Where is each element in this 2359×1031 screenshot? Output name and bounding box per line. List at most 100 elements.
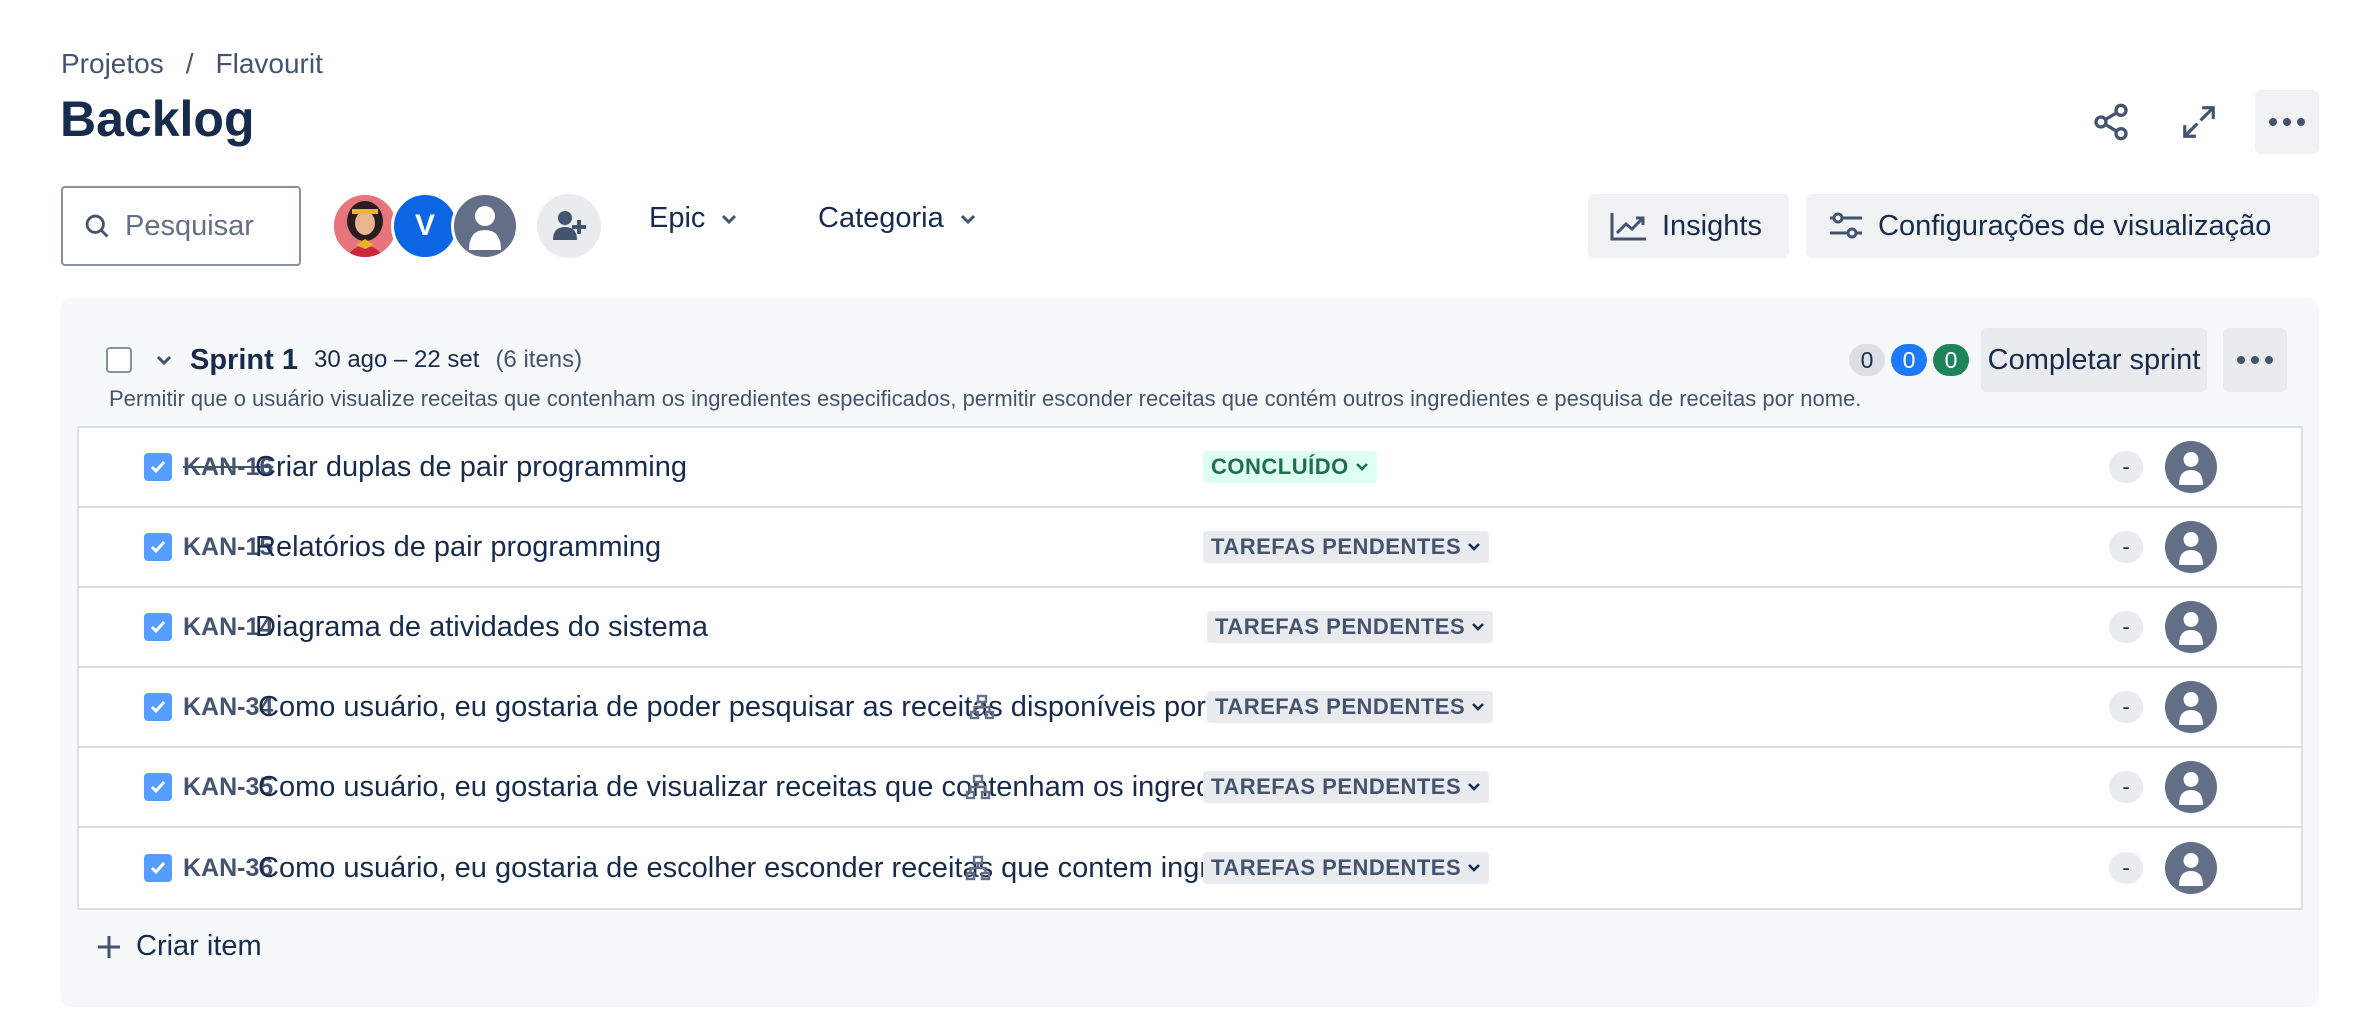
breadcrumb-separator: / [185, 48, 194, 79]
issue-summary[interactable]: Como usuário, eu gostaria de escolher es… [258, 852, 1338, 885]
sprint-goal: Permitir que o usuário visualize receita… [109, 386, 1862, 411]
issue-row[interactable]: KAN-36 Como usuário, eu gostaria de escol… [79, 828, 2301, 908]
search-box[interactable] [61, 186, 301, 266]
story-points-badge[interactable]: - [2109, 531, 2143, 563]
status-dropdown[interactable]: TAREFAS PENDENTES [1203, 771, 1490, 803]
sprint-name[interactable]: Sprint 1 [190, 344, 298, 377]
assignee-avatar[interactable] [2165, 441, 2217, 493]
person-icon [469, 206, 501, 250]
assignee-avatar[interactable] [2165, 681, 2217, 733]
more-actions-button[interactable] [2255, 90, 2319, 154]
create-issue-label: Criar item [136, 930, 262, 962]
status-label: TAREFAS PENDENTES [1211, 774, 1462, 799]
status-dropdown[interactable]: TAREFAS PENDENTES [1207, 691, 1494, 723]
sprint-dates: 30 ago – 22 set [313, 346, 480, 373]
status-dropdown[interactable]: TAREFAS PENDENTES [1203, 531, 1490, 563]
view-settings-button[interactable]: Configurações de visualização [1806, 194, 2319, 258]
avatar-user-1[interactable] [331, 192, 399, 260]
category-filter-label: Categoria [818, 202, 944, 234]
checkmark-icon [150, 621, 166, 634]
checkmark-icon [150, 862, 166, 875]
status-dropdown[interactable]: CONCLUÍDO [1203, 451, 1377, 483]
issue-summary[interactable]: Como usuário, eu gostaria de poder pesqu… [258, 691, 1295, 724]
trend-chart-icon [1610, 213, 1646, 241]
add-people-button[interactable] [537, 194, 601, 258]
issue-type-task-icon [144, 533, 172, 561]
avatar-group: V [331, 192, 519, 260]
story-points-badge[interactable]: - [2109, 611, 2143, 643]
assignee-avatar[interactable] [2165, 601, 2217, 653]
issue-row[interactable]: KAN-16 Criar duplas de pair programming CO… [79, 428, 2301, 508]
issue-type-task-icon [144, 773, 172, 801]
sprint-more-button[interactable] [2223, 328, 2287, 392]
issue-row[interactable]: KAN-15 Relatórios de pair programming TARE… [79, 508, 2301, 588]
fullscreen-button[interactable] [2167, 90, 2231, 154]
issue-summary[interactable]: Relatórios de pair programming [255, 531, 661, 564]
person-icon [2179, 452, 2203, 485]
share-button[interactable] [2079, 90, 2143, 154]
checkmark-icon [150, 781, 166, 794]
chevron-down-icon [1468, 864, 1481, 872]
collapse-chevron-icon[interactable] [154, 353, 174, 367]
checkmark-icon [150, 461, 166, 474]
page-title: Backlog [60, 91, 255, 147]
child-issues-icon[interactable] [965, 774, 991, 800]
status-dropdown[interactable]: TAREFAS PENDENTES [1207, 611, 1494, 643]
chevron-down-icon [1472, 703, 1485, 711]
issue-summary[interactable]: Criar duplas de pair programming [255, 451, 687, 484]
breadcrumb-project-link[interactable]: Flavourit [216, 48, 323, 80]
assignee-avatar[interactable] [2165, 842, 2217, 894]
child-issues-icon[interactable] [965, 855, 991, 881]
story-points-badge[interactable]: - [2109, 771, 2143, 803]
sprint-container: Sprint 1 30 ago – 22 set (6 itens) 0 0 0… [60, 298, 2319, 1007]
search-input[interactable] [125, 209, 275, 243]
insights-button[interactable]: Insights [1588, 194, 1789, 258]
breadcrumb: Projetos / Flavourit [61, 48, 323, 80]
child-issues-icon[interactable] [969, 694, 995, 720]
backlog-toolbar: V Epic Categoria Insights [61, 186, 2319, 266]
checkmark-icon [150, 541, 166, 554]
epic-filter-dropdown[interactable]: Epic [649, 202, 739, 235]
sliders-icon [1830, 212, 1862, 239]
complete-sprint-button[interactable]: Completar sprint [1981, 328, 2207, 392]
chevron-down-icon [960, 214, 975, 224]
issue-row[interactable]: KAN-35 Como usuário, eu gostaria de visua… [79, 748, 2301, 828]
create-issue-button[interactable]: Criar item [96, 930, 262, 963]
person-icon [2179, 532, 2203, 565]
sprint-status-counts: 0 0 0 [1849, 344, 1969, 376]
status-label: TAREFAS PENDENTES [1211, 534, 1462, 559]
chevron-down-icon [1468, 543, 1481, 551]
category-filter-dropdown[interactable]: Categoria [818, 202, 978, 235]
insights-label: Insights [1662, 209, 1762, 242]
breadcrumb-projects-link[interactable]: Projetos [61, 48, 164, 80]
assignee-avatar[interactable] [2165, 761, 2217, 813]
issue-summary[interactable]: Diagrama de atividades do sistema [255, 611, 708, 644]
issue-list: KAN-16 Criar duplas de pair programming CO… [77, 426, 2303, 910]
issue-row[interactable]: KAN-34 Como usuário, eu gostaria de poder… [79, 668, 2301, 748]
done-count-badge: 0 [1933, 344, 1969, 376]
status-label: TAREFAS PENDENTES [1215, 694, 1466, 719]
avatar-initial: V [414, 209, 435, 242]
issue-type-task-icon [144, 693, 172, 721]
status-label: TAREFAS PENDENTES [1211, 855, 1462, 880]
sprint-item-count: (6 itens) [495, 346, 583, 373]
story-points-badge[interactable]: - [2109, 451, 2143, 483]
person-icon [2179, 853, 2203, 886]
assignee-avatar[interactable] [2165, 521, 2217, 573]
chevron-down-icon [722, 214, 737, 224]
status-dropdown[interactable]: TAREFAS PENDENTES [1203, 852, 1490, 884]
status-label: TAREFAS PENDENTES [1215, 614, 1466, 639]
issue-type-task-icon [144, 854, 172, 882]
plus-icon [98, 935, 120, 958]
avatar-user-v[interactable]: V [391, 192, 459, 260]
story-points-badge[interactable]: - [2109, 691, 2143, 723]
more-horizontal-icon [2237, 356, 2273, 364]
sprint-select-checkbox[interactable] [106, 347, 132, 373]
view-settings-label: Configurações de visualização [1878, 209, 2272, 242]
issue-row[interactable]: KAN-14 Diagrama de atividades do sistema T… [79, 588, 2301, 668]
more-horizontal-icon [2269, 118, 2305, 126]
avatar-user-generic[interactable] [451, 192, 519, 260]
issue-type-task-icon [144, 453, 172, 481]
story-points-badge[interactable]: - [2109, 852, 2143, 884]
issue-summary[interactable]: Como usuário, eu gostaria de visualizar … [258, 771, 1338, 804]
